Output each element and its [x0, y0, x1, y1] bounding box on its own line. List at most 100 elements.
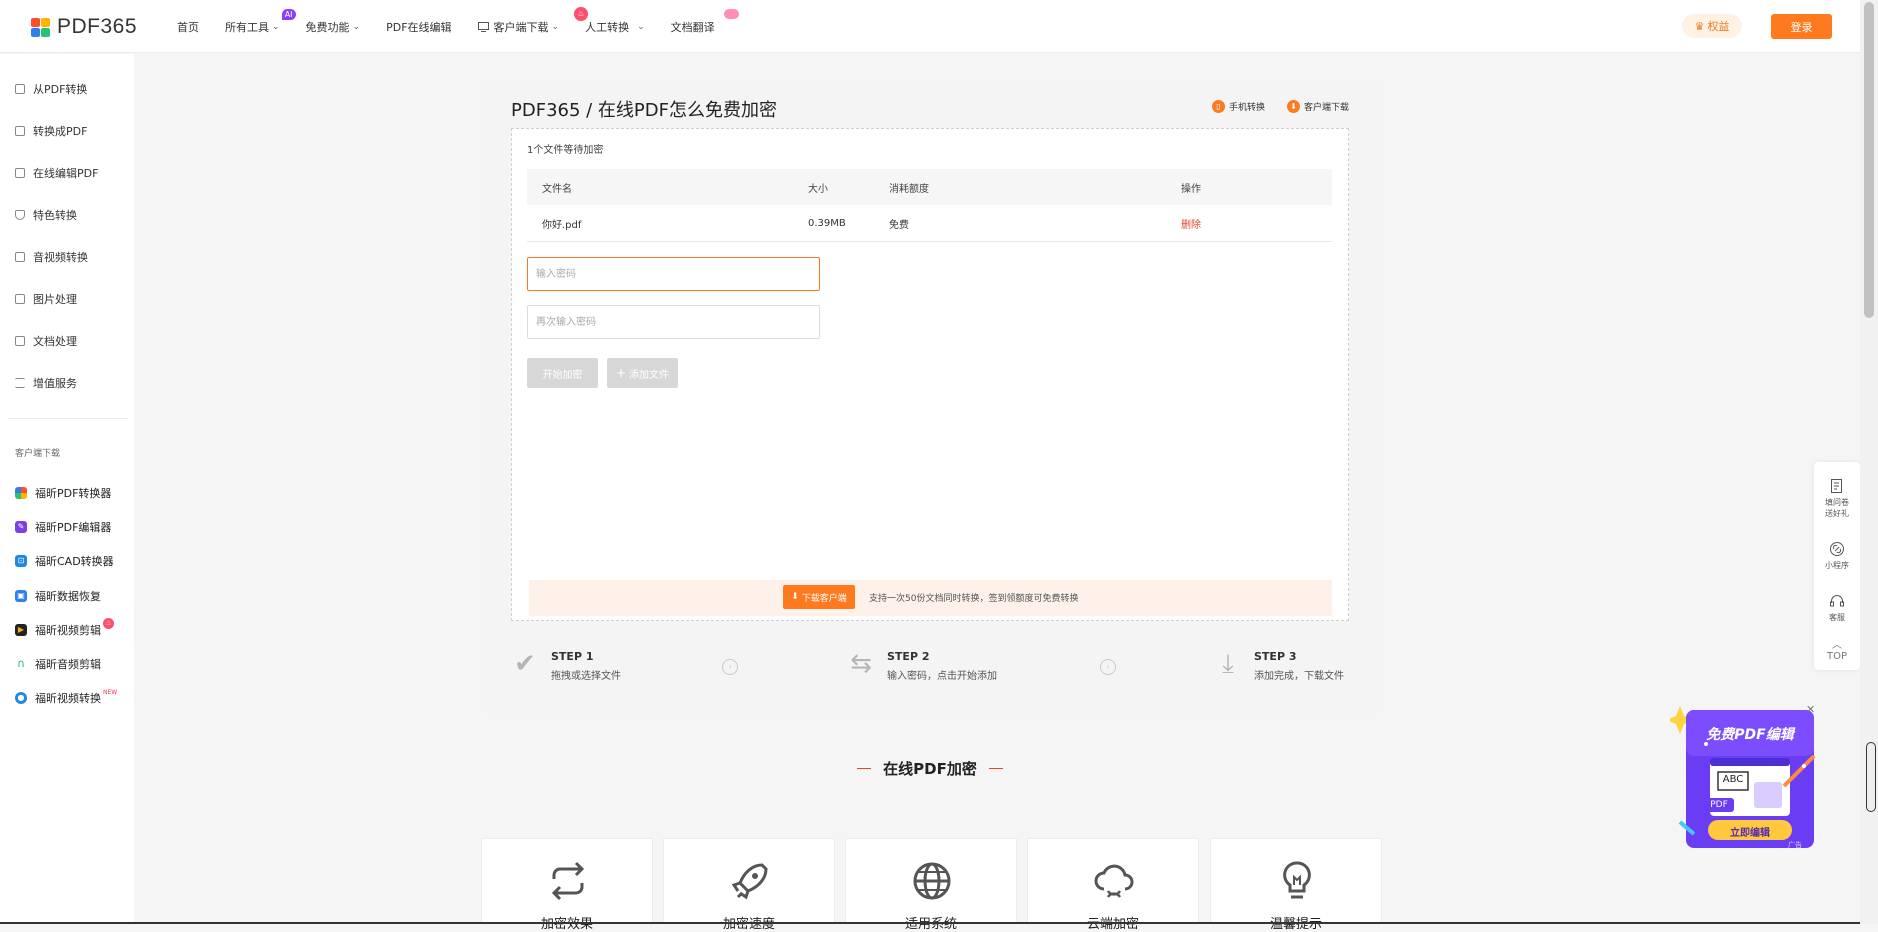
- cloud-sync-icon: [1094, 864, 1134, 898]
- free-edit-ad[interactable]: 免费PDF编辑 ABC PDF 立即编辑 广告: [1666, 700, 1830, 852]
- client-download-caption: 客户端下载: [15, 449, 61, 459]
- confirm-password-input[interactable]: [527, 305, 820, 339]
- nav-all-tools[interactable]: 所有工具 ⌄ AI: [225, 8, 296, 35]
- title-dash-right: [988, 767, 1003, 770]
- hot-icon: ♨: [574, 6, 589, 21]
- repeat-icon: [551, 861, 585, 901]
- nav-manual-convert[interactable]: ♨ 人工转换 ⌄: [574, 6, 645, 35]
- nav-client-download[interactable]: 客户端下载 ⌄: [477, 19, 559, 35]
- left-sidebar: 从PDF转换 转换成PDF 在线编辑PDF 特色转换 音视频转换 图片处理 文档…: [0, 54, 134, 924]
- app-video-editor[interactable]: ▶ 福昕视频剪辑 ♨: [15, 617, 114, 638]
- app-data-recovery[interactable]: ▣ 福昕数据恢复: [15, 588, 101, 604]
- app-pdf-converter[interactable]: 福昕PDF转换器: [15, 485, 111, 501]
- right-float-toolbar: 填问卷送好礼 小程序 客服 ︿ TOP: [1814, 462, 1860, 670]
- chevron-down-icon: ⌄: [272, 21, 280, 32]
- file-size: 0.39MB: [808, 217, 846, 229]
- sidebar-item-special[interactable]: 特色转换: [15, 207, 77, 223]
- video-editor-app-icon: ▶: [15, 624, 27, 636]
- ad-cta-button[interactable]: 立即编辑: [1708, 824, 1792, 839]
- file-table-header: 文件名 大小 消耗额度 操作: [527, 169, 1332, 205]
- video-converter-app-icon: ●: [15, 692, 27, 704]
- edit-icon: [15, 168, 25, 178]
- swap-icon: ⇆: [850, 649, 872, 679]
- nav-free-features[interactable]: 免费功能 ⌄: [306, 19, 361, 35]
- image-icon: [15, 294, 25, 304]
- download-tray-icon: ⤓: [1222, 649, 1234, 679]
- feature-card-cloud: 云端加密: [1027, 838, 1199, 932]
- download-icon: ⬇: [1287, 100, 1300, 113]
- link-icon: [1830, 542, 1844, 556]
- download-client-button[interactable]: ⬇ 下载客户端: [783, 585, 855, 609]
- plus-icon: +: [615, 366, 627, 380]
- phone-icon: ▯: [1212, 100, 1225, 113]
- mobile-convert-link[interactable]: ▯ 手机转换: [1212, 100, 1265, 113]
- survey-button[interactable]: 填问卷送好礼: [1814, 478, 1860, 519]
- nav-home[interactable]: 首页: [177, 19, 199, 35]
- headset-icon: [1830, 595, 1844, 607]
- start-encrypt-button[interactable]: 开始加密: [527, 358, 598, 388]
- hot-icon: ♨: [103, 617, 114, 629]
- sidebar-item-value-added[interactable]: 增值服务: [15, 375, 77, 391]
- section-title: 在线PDF加密: [857, 758, 1003, 779]
- logo[interactable]: PDF365: [31, 15, 137, 39]
- chevron-down-icon: ⌄: [352, 21, 361, 32]
- chevron-right-circle-icon: ›: [722, 659, 738, 675]
- sidebar-item-av-convert[interactable]: 音视频转换: [15, 249, 88, 265]
- step-1: ✔ STEP 1 拖拽或选择文件: [511, 650, 621, 682]
- client-download-link[interactable]: ⬇ 客户端下载: [1287, 100, 1349, 113]
- sidebar-item-online-edit[interactable]: 在线编辑PDF: [15, 165, 98, 181]
- app-video-converter[interactable]: ● 福昕视频转换 NEW: [15, 688, 118, 706]
- volume-indicator: [1866, 742, 1876, 812]
- chevron-down-icon: ⌄: [637, 21, 645, 32]
- nav-doc-translate[interactable]: 文档翻译: [671, 8, 739, 35]
- download-icon: ⬇: [791, 592, 799, 602]
- new-tag: NEW: [103, 688, 118, 696]
- login-button[interactable]: 登录: [1771, 14, 1832, 39]
- ad-doc-label: ABC: [1722, 774, 1744, 785]
- upload-area[interactable]: 1个文件等待加密 文件名 大小 消耗额度 操作 你好.pdf 0.39MB 免费…: [511, 128, 1349, 621]
- ad-tag: 广告: [1788, 841, 1802, 849]
- main-nav: 首页 所有工具 ⌄ AI 免费功能 ⌄ PDF在线编辑 客户端下载 ⌄ ♨ 人工转换 ⌄…: [177, 0, 741, 53]
- mini-program-button[interactable]: 小程序: [1814, 541, 1860, 571]
- lightbulb-icon: [1283, 861, 1311, 899]
- sidebar-item-document[interactable]: 文档处理: [15, 333, 77, 349]
- feature-card-speed: 加密速度: [663, 838, 835, 932]
- cad-converter-app-icon: ⊡: [15, 555, 27, 567]
- pdf-editor-app-icon: ✎: [15, 521, 27, 533]
- file-convert-icon: [15, 126, 25, 136]
- feature-card-system: 适用系统: [845, 838, 1017, 932]
- sidebar-item-image[interactable]: 图片处理: [15, 291, 77, 307]
- app-cad-converter[interactable]: ⊡ 福昕CAD转换器: [15, 553, 114, 569]
- feature-card-tips: 温馨提示: [1210, 838, 1382, 932]
- ai-badge: AI: [281, 8, 296, 20]
- close-icon[interactable]: ✕: [1806, 703, 1815, 716]
- file-convert-icon: [15, 84, 25, 94]
- delete-link[interactable]: 删除: [1181, 205, 1201, 241]
- ad-headline: 免费PDF编辑: [1706, 727, 1794, 743]
- sidebar-item-to-pdf[interactable]: 转换成PDF: [15, 123, 87, 139]
- pending-count: 1个文件等待加密: [527, 145, 604, 156]
- app-audio-editor[interactable]: ∩ 福昕音频剪辑: [15, 656, 101, 672]
- nav-online-edit[interactable]: PDF在线编辑: [386, 19, 451, 35]
- password-input[interactable]: [527, 257, 820, 291]
- sidebar-item-from-pdf[interactable]: 从PDF转换: [15, 81, 87, 97]
- monitor-icon: [477, 21, 489, 32]
- customer-service-button[interactable]: 客服: [1814, 593, 1860, 623]
- add-file-button[interactable]: + 添加文件: [607, 358, 678, 388]
- app-pdf-editor[interactable]: ✎ 福昕PDF编辑器: [15, 519, 111, 535]
- audio-editor-app-icon: ∩: [15, 657, 27, 670]
- data-recovery-app-icon: ▣: [15, 590, 27, 602]
- feature-card-effect: 加密效果: [481, 838, 653, 932]
- rights-button[interactable]: ♛ 权益: [1682, 14, 1742, 38]
- table-row: 你好.pdf 0.39MB 免费 删除: [527, 205, 1332, 242]
- sidebar-divider: [8, 418, 128, 419]
- file-name: 你好.pdf: [542, 219, 582, 231]
- back-to-top-button[interactable]: ︿ TOP: [1814, 640, 1860, 662]
- col-size: 大小: [808, 183, 828, 195]
- crown-icon: ♛: [1694, 19, 1705, 33]
- video-icon: [15, 252, 25, 262]
- chevron-up-icon: ︿: [1832, 640, 1842, 651]
- ad-pdf-label: PDF: [1710, 800, 1728, 810]
- rocket-icon: [731, 863, 768, 900]
- scrollbar-thumb[interactable]: [1864, 2, 1874, 318]
